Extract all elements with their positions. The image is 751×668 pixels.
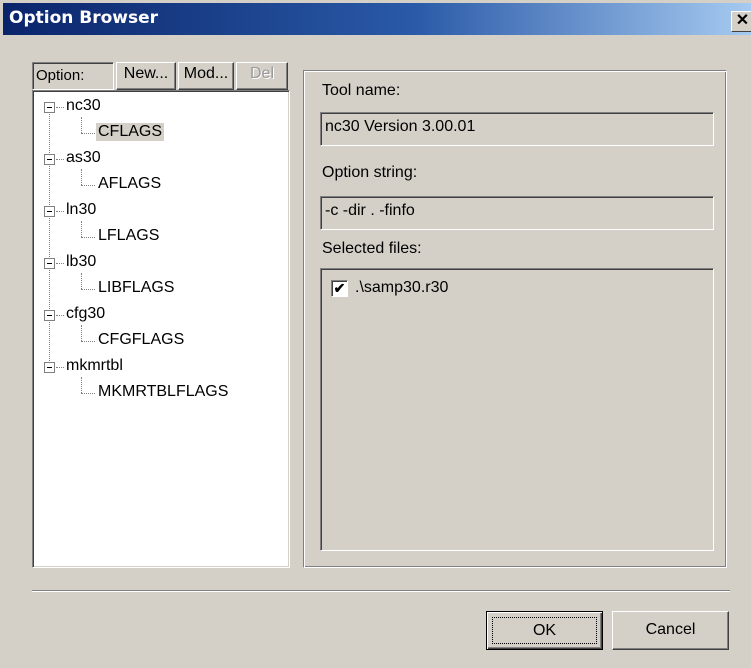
collapse-icon[interactable] <box>44 102 55 113</box>
tree-connector <box>81 325 82 341</box>
option-tree[interactable]: nc30 CFLAGS as30 AFLAGS ln30 LFLAGS lb30 LIBFLA… <box>32 90 290 568</box>
tree-root-connector <box>49 109 50 369</box>
tree-connector <box>81 273 82 289</box>
close-button[interactable]: ✕ <box>731 11 751 32</box>
tree-child-label: CFLAGS <box>96 123 165 141</box>
separator <box>32 590 730 592</box>
selected-files-label: Selected files: <box>322 240 422 257</box>
selected-files-list[interactable]: ✔ .\samp30.r30 <box>320 268 714 551</box>
tree-connector <box>81 377 82 393</box>
tree-connector <box>81 117 82 133</box>
tree-node-label: mkmrtbl <box>66 357 123 374</box>
collapse-icon[interactable] <box>44 154 55 165</box>
tree-node-label: cfg30 <box>66 305 106 322</box>
ok-button-label: OK <box>492 617 597 644</box>
tree-child-label: LIBFLAGS <box>98 279 175 296</box>
tree-connector <box>56 367 64 368</box>
close-icon: ✕ <box>735 12 750 29</box>
file-name: .\samp30.r30 <box>355 279 449 296</box>
tree-child-label: CFGFLAGS <box>98 331 185 348</box>
new-option-button[interactable]: New... <box>116 62 176 90</box>
tree-connector <box>81 133 95 134</box>
tool-name-label: Tool name: <box>322 82 401 99</box>
tree-connector <box>81 169 82 185</box>
option-string-field[interactable]: -c -dir . -finfo <box>320 196 714 230</box>
tree-connector <box>81 289 95 290</box>
tree-connector <box>56 211 64 212</box>
tool-name-field[interactable]: nc30 Version 3.00.01 <box>320 112 714 146</box>
tree-connector <box>56 159 64 160</box>
collapse-icon[interactable] <box>44 206 55 217</box>
collapse-icon[interactable] <box>44 310 55 321</box>
tree-connector <box>81 341 95 342</box>
tree-node-label: ln30 <box>66 201 97 218</box>
ok-button[interactable]: OK <box>486 611 603 650</box>
tree-child-label: MKMRTBLFLAGS <box>98 383 229 400</box>
delete-option-button[interactable]: Del <box>236 62 288 90</box>
cancel-button[interactable]: Cancel <box>612 611 729 650</box>
tree-connector <box>81 237 95 238</box>
tree-node-label: as30 <box>66 149 101 166</box>
tree-connector <box>81 185 95 186</box>
collapse-icon[interactable] <box>44 258 55 269</box>
title-bar[interactable]: Option Browser ✕ <box>3 3 751 35</box>
window-title: Option Browser <box>9 8 159 28</box>
tree-connector <box>56 315 64 316</box>
tree-connector <box>81 221 82 237</box>
option-string-label: Option string: <box>322 164 418 181</box>
check-icon: ✔ <box>333 280 346 296</box>
tree-connector <box>81 393 95 394</box>
tree-child-label: LFLAGS <box>98 227 160 244</box>
tree-child-label: AFLAGS <box>98 175 162 192</box>
modify-option-button[interactable]: Mod... <box>178 62 234 90</box>
option-browser-window: Option Browser ✕ Option: New... Mod... D… <box>0 0 751 668</box>
tree-connector <box>56 107 64 108</box>
option-label: Option: <box>32 62 114 90</box>
collapse-icon[interactable] <box>44 362 55 373</box>
tree-node-label: nc30 <box>66 97 101 114</box>
tree-connector <box>56 263 64 264</box>
tree-node-label: lb30 <box>66 253 97 270</box>
file-checkbox[interactable]: ✔ <box>331 280 348 297</box>
